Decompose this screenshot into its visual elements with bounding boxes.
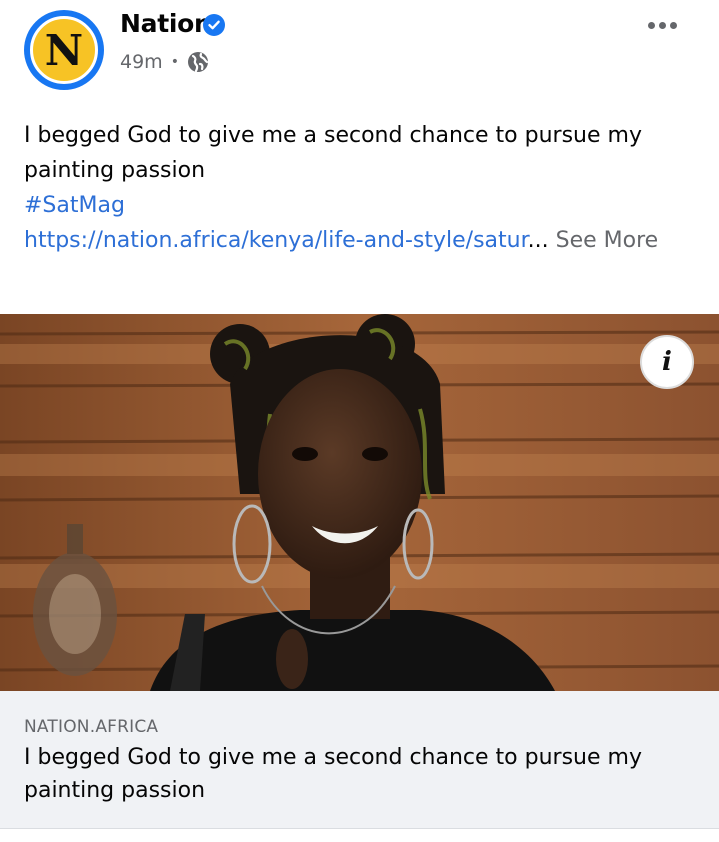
info-icon: i [662, 347, 672, 377]
globe-icon[interactable] [187, 51, 209, 73]
avatar-logo: N [30, 16, 98, 84]
more-dot [659, 22, 666, 29]
post-text: I begged God to give me a second chance … [24, 123, 642, 183]
more-dot [648, 22, 655, 29]
article-url-link[interactable]: https://nation.africa/kenya/life-and-sty… [24, 228, 528, 253]
more-options-icon[interactable] [648, 22, 677, 29]
portrait-photo [0, 314, 719, 691]
page-name[interactable]: Nation [120, 9, 212, 38]
post-header: N Nation 49m • [0, 0, 719, 100]
info-button[interactable]: i [640, 335, 694, 389]
link-title[interactable]: I begged God to give me a second chance … [24, 741, 684, 807]
truncation-ellipsis: ... [527, 228, 549, 253]
link-preview-card[interactable]: NATION.AFRICA I begged God to give me a … [0, 691, 719, 829]
verified-badge-icon [203, 14, 225, 36]
meta-separator: • [170, 54, 179, 70]
post-timestamp[interactable]: 49m [120, 51, 163, 73]
see-more-button[interactable]: See More [556, 228, 659, 253]
post-image[interactable]: i [0, 314, 719, 691]
post-message: I begged God to give me a second chance … [24, 118, 694, 258]
avatar-letter: N [44, 26, 84, 75]
post-meta: 49m • [120, 51, 209, 73]
more-dot [670, 22, 677, 29]
facebook-post: N Nation 49m • I begged God to give me a… [0, 0, 719, 842]
link-domain: NATION.AFRICA [24, 717, 159, 737]
page-avatar[interactable]: N [24, 10, 104, 90]
hashtag-link[interactable]: #SatMag [24, 193, 125, 218]
